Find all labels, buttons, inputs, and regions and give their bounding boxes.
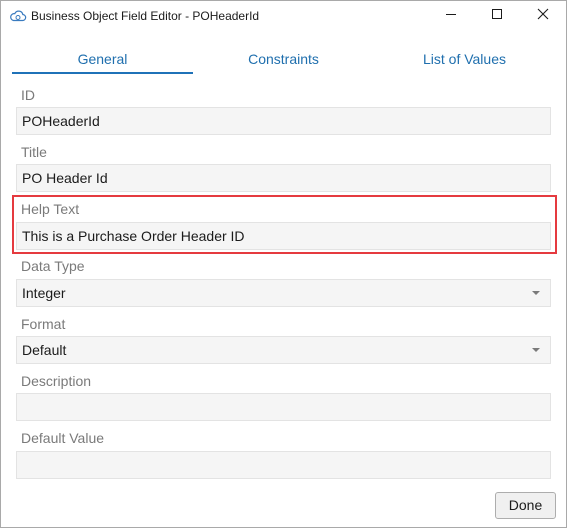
- minimize-button[interactable]: [428, 1, 474, 31]
- window-title: Business Object Field Editor - POHeaderI…: [31, 9, 260, 23]
- format-value: Default: [22, 342, 67, 358]
- tab-bar: General Constraints List of Values: [12, 45, 555, 75]
- title-bar[interactable]: Business Object Field Editor - POHeaderI…: [1, 1, 566, 31]
- title-label: Title: [21, 144, 47, 160]
- close-icon: [537, 7, 549, 25]
- dropdown-arrow-icon: [532, 348, 540, 352]
- help-text-field[interactable]: This is a Purchase Order Header ID: [16, 222, 551, 250]
- id-field[interactable]: POHeaderId: [16, 107, 551, 135]
- data-type-label: Data Type: [21, 258, 85, 274]
- close-button[interactable]: [520, 1, 566, 31]
- title-field[interactable]: PO Header Id: [16, 164, 551, 192]
- tab-general[interactable]: General: [12, 45, 193, 73]
- description-label: Description: [21, 373, 92, 389]
- format-label: Format: [21, 316, 66, 332]
- format-select[interactable]: Default: [16, 336, 551, 364]
- data-type-value: Integer: [22, 285, 66, 301]
- cloud-gear-icon: [9, 8, 27, 24]
- tab-constraints[interactable]: Constraints: [193, 45, 374, 73]
- maximize-icon: [491, 7, 503, 25]
- field-editor-window: Business Object Field Editor - POHeaderI…: [0, 0, 567, 528]
- help-text-label: Help Text: [21, 201, 80, 217]
- minimize-icon: [445, 7, 457, 25]
- active-tab-indicator: [12, 72, 193, 74]
- tab-list-of-values[interactable]: List of Values: [374, 45, 555, 73]
- data-type-select[interactable]: Integer: [16, 279, 551, 307]
- dropdown-arrow-icon: [532, 291, 540, 295]
- default-value-field[interactable]: [16, 451, 551, 479]
- maximize-button[interactable]: [474, 1, 520, 31]
- done-button[interactable]: Done: [495, 492, 556, 519]
- description-field[interactable]: [16, 393, 551, 421]
- id-label: ID: [21, 87, 35, 103]
- default-value-label: Default Value: [21, 430, 105, 446]
